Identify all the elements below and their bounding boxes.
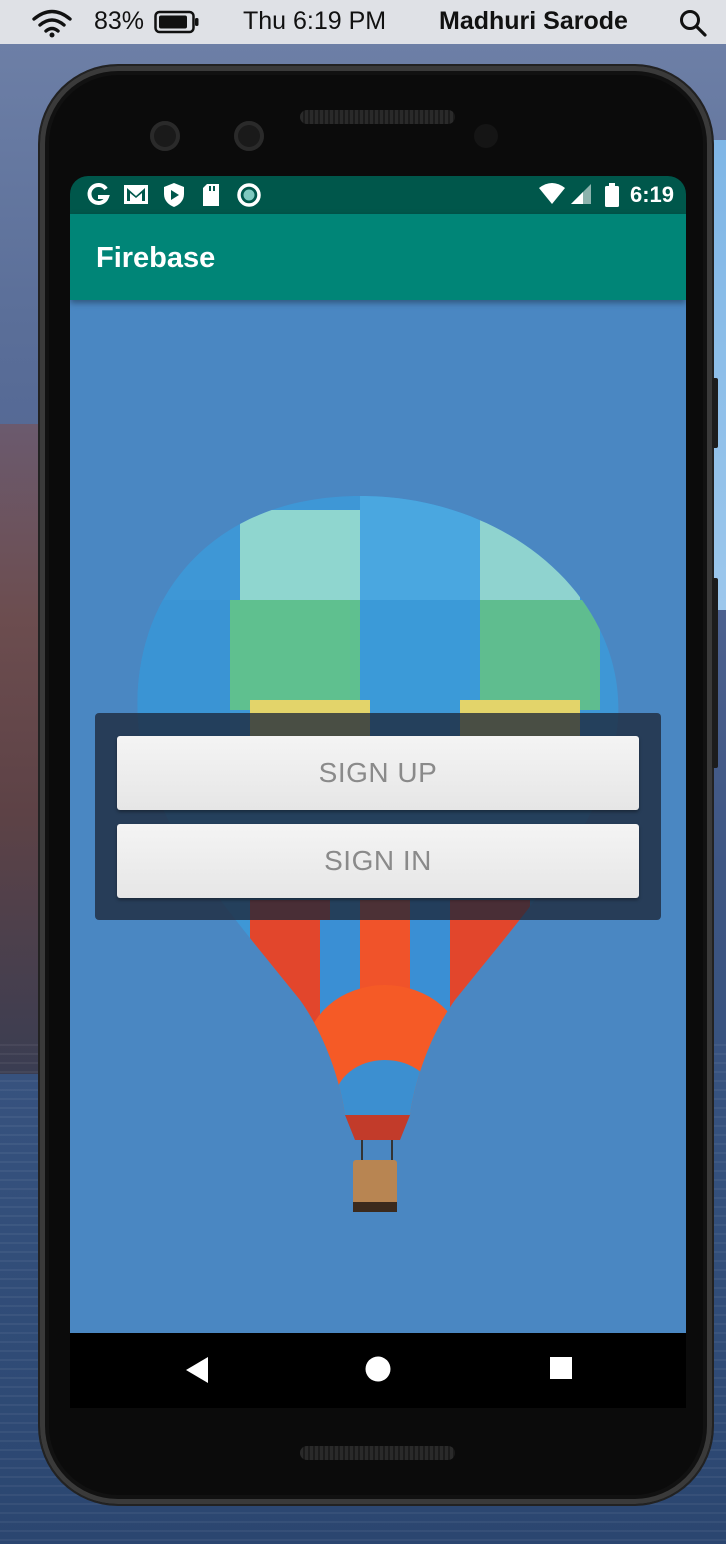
volume-button[interactable] <box>712 578 718 768</box>
signal-icon <box>571 184 591 204</box>
menu-clock[interactable]: Thu 6:19 PM <box>243 7 386 36</box>
google-g-icon <box>87 183 110 205</box>
wallpaper-cliff <box>0 424 44 1074</box>
auth-button-panel: SIGN UP SIGN IN <box>95 713 661 920</box>
mac-menu-bar: 83% Thu 6:19 PM Madhuri Sarode <box>0 0 726 44</box>
front-camera-icon <box>234 121 264 151</box>
sign-in-button[interactable]: SIGN IN <box>117 824 639 898</box>
wifi-icon <box>539 183 565 204</box>
android-nav-bar <box>70 1333 686 1408</box>
app-title: Firebase <box>96 242 216 274</box>
user-name[interactable]: Madhuri Sarode <box>439 7 628 36</box>
sign-up-button[interactable]: SIGN UP <box>117 736 639 810</box>
android-status-bar: 6:19 <box>70 176 686 214</box>
login-background: SIGN UP SIGN IN <box>70 300 686 1333</box>
proximity-sensor <box>474 124 498 148</box>
power-button[interactable] <box>712 378 718 448</box>
app-toolbar: Firebase <box>70 214 686 300</box>
earpiece-speaker <box>300 110 455 124</box>
battery-percent: 83% <box>94 7 145 35</box>
front-camera-icon <box>150 121 180 151</box>
phone-screen: 6:19 Firebase SIGN UP SIGN IN <box>70 176 686 1408</box>
bottom-speaker <box>300 1446 455 1460</box>
sd-card-icon <box>203 184 219 206</box>
back-icon[interactable] <box>184 1355 210 1385</box>
spotlight-search-icon[interactable] <box>678 8 708 38</box>
wifi-icon[interactable] <box>30 8 74 38</box>
battery-icon <box>605 183 619 207</box>
android-clock: 6:19 <box>629 182 674 207</box>
recents-icon[interactable] <box>548 1355 574 1381</box>
gmail-icon <box>124 185 148 204</box>
play-protect-icon <box>164 183 184 207</box>
sync-circle-icon <box>237 183 261 207</box>
battery-icon[interactable] <box>154 10 200 34</box>
home-icon[interactable] <box>364 1355 392 1383</box>
